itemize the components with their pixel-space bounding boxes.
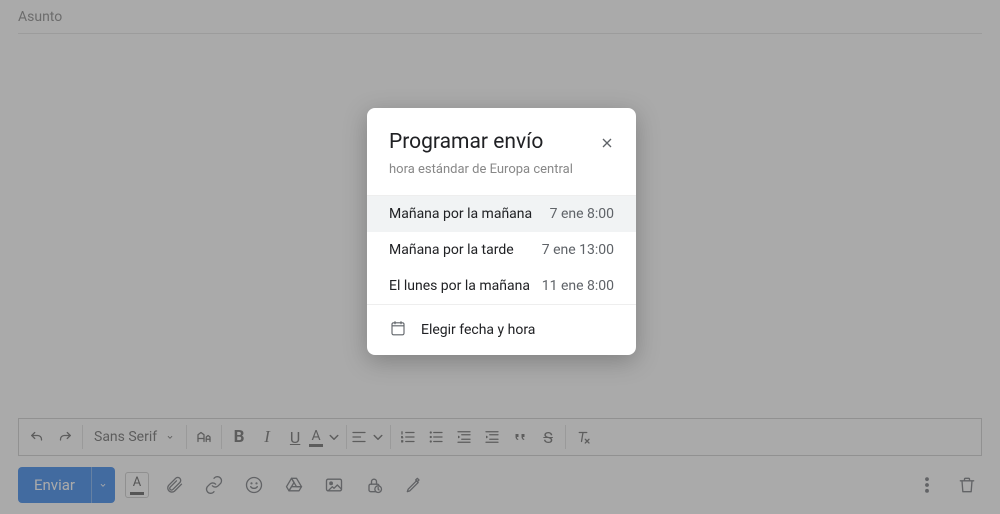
schedule-option-2[interactable]: Mañana por la tarde 7 ene 13:00 — [367, 232, 636, 268]
schedule-option-time: 11 ene 8:00 — [542, 278, 614, 294]
pick-date-time-label: Elegir fecha y hora — [421, 322, 535, 338]
schedule-option-3[interactable]: El lunes por la mañana 11 ene 8:00 — [367, 268, 636, 304]
pick-date-time-button[interactable]: Elegir fecha y hora — [367, 304, 636, 355]
schedule-option-1[interactable]: Mañana por la mañana 7 ene 8:00 — [367, 195, 636, 232]
calendar-icon — [389, 319, 407, 341]
close-icon[interactable] — [592, 128, 622, 158]
schedule-option-label: El lunes por la mañana — [389, 278, 530, 294]
schedule-send-dialog: Programar envío hora estándar de Europa … — [367, 108, 636, 355]
dialog-subtitle: hora estándar de Europa central — [389, 162, 614, 177]
schedule-option-time: 7 ene 8:00 — [550, 206, 614, 222]
dialog-title: Programar envío — [389, 130, 614, 154]
schedule-option-time: 7 ene 13:00 — [542, 242, 614, 258]
schedule-option-label: Mañana por la mañana — [389, 206, 532, 222]
schedule-option-label: Mañana por la tarde — [389, 242, 514, 258]
